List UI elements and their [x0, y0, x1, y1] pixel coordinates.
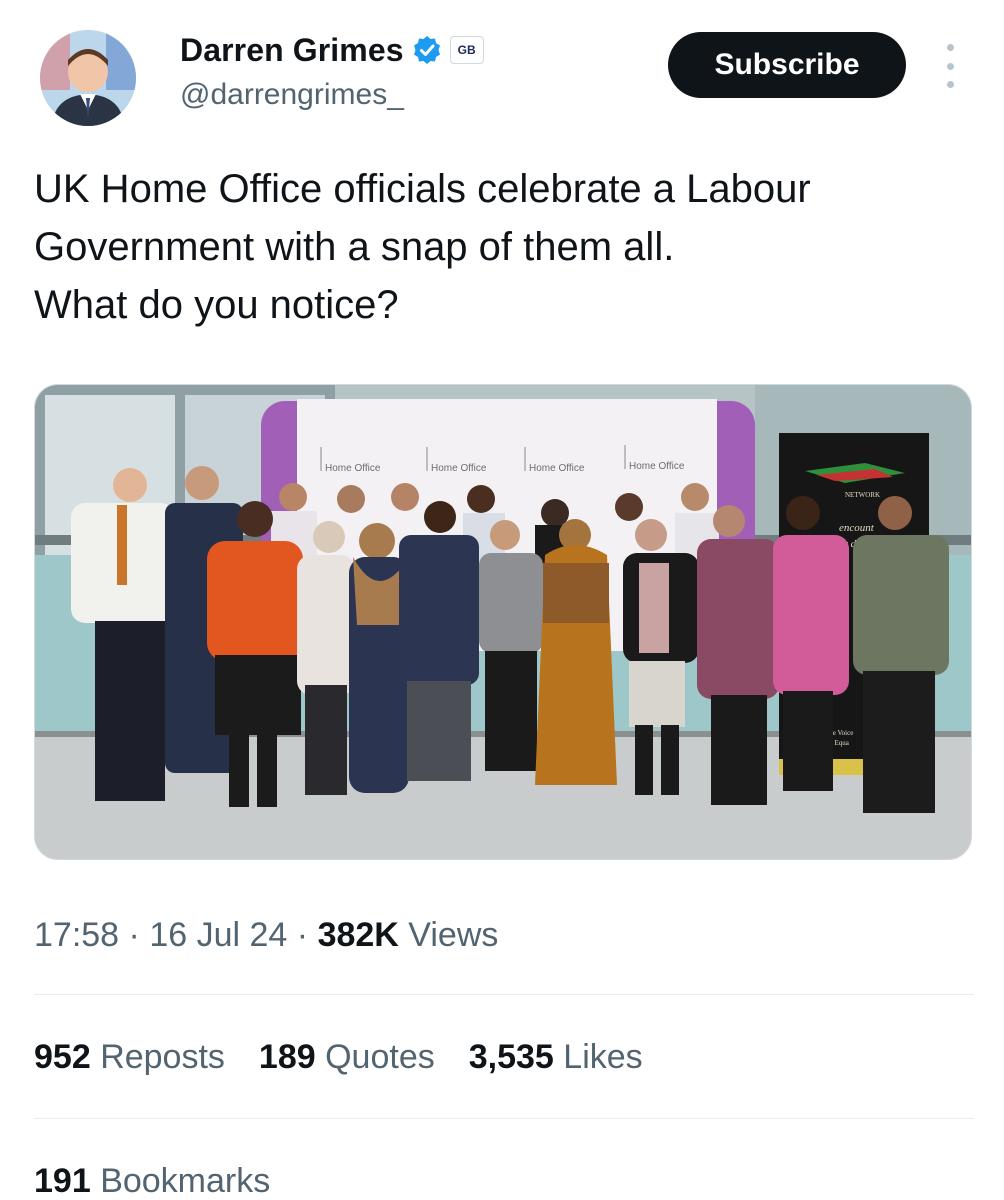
tweet-text: UK Home Office officials celebrate a Lab…	[34, 160, 974, 334]
likes-count: 3,535	[468, 1038, 554, 1076]
tweet-photo[interactable]: Home Office Home Office Home Office Home…	[34, 384, 972, 860]
tweet-detail: Darren Grimes GB @darrengrimes_ Subscrib…	[0, 0, 1004, 1200]
tweet-date[interactable]: 16 Jul 24	[149, 916, 287, 954]
tweet-meta: 17:58 · 16 Jul 24 · 382K Views	[34, 916, 498, 955]
affiliate-badge-label: GB	[457, 43, 476, 57]
banner-label: Home Office	[431, 463, 487, 474]
meta-separator: ·	[296, 916, 309, 954]
bookmarks-stat[interactable]: 191 Bookmarks	[34, 1162, 270, 1200]
more-options-icon[interactable]	[936, 44, 964, 88]
affiliate-badge[interactable]: GB	[449, 36, 484, 64]
bookmarks-label: Bookmarks	[100, 1162, 271, 1200]
likes-label: Likes	[563, 1038, 643, 1076]
standee-text: encount	[839, 522, 875, 534]
subscribe-button[interactable]: Subscribe	[668, 32, 906, 98]
banner-label: Home Office	[325, 463, 381, 474]
group-photo-image: Home Office Home Office Home Office Home…	[35, 385, 971, 859]
tweet-text-line: Government with a snap of them all.	[34, 225, 675, 269]
engagement-stats: 952 Reposts 189 Quotes 3,535 Likes	[34, 1038, 677, 1077]
avatar-image	[40, 30, 136, 126]
views-label: Views	[408, 916, 499, 954]
likes-stat[interactable]: 3,535 Likes	[469, 1038, 643, 1077]
divider	[34, 994, 974, 995]
quotes-count: 189	[258, 1038, 316, 1076]
tweet-text-line: What do you notice?	[34, 283, 399, 327]
banner-label: Home Office	[629, 461, 685, 472]
author-avatar[interactable]	[40, 30, 136, 126]
views-count: 382K	[317, 916, 399, 954]
quotes-label: Quotes	[325, 1038, 435, 1076]
reposts-count: 952	[34, 1038, 91, 1076]
standee-text: NETWORK	[845, 491, 880, 499]
reposts-stat[interactable]: 952 Reposts	[34, 1038, 225, 1077]
tweet-time[interactable]: 17:58	[34, 916, 119, 954]
reposts-label: Reposts	[100, 1038, 225, 1076]
tweet-text-line: UK Home Office officials celebrate a Lab…	[34, 167, 811, 211]
quotes-stat[interactable]: 189 Quotes	[259, 1038, 435, 1077]
verified-badge-icon	[412, 35, 442, 65]
author-name[interactable]: Darren Grimes	[180, 32, 404, 69]
meta-separator: ·	[128, 916, 140, 954]
author-name-row: Darren Grimes GB	[180, 30, 484, 70]
divider	[34, 1118, 974, 1119]
bookmarks-count: 191	[34, 1162, 91, 1200]
banner-label: Home Office	[529, 463, 585, 474]
author-handle[interactable]: @darrengrimes_	[180, 78, 404, 112]
